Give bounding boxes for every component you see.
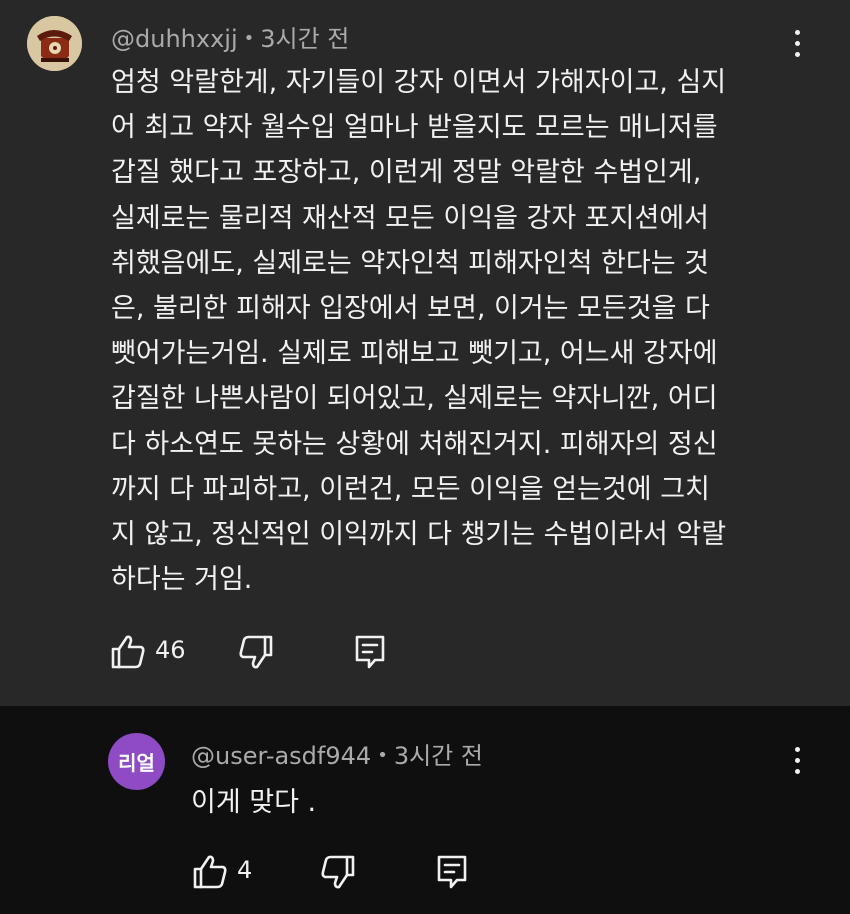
comment-line: 취했음에도, 실제로는 약자인척 피해자인척 한다는 것 xyxy=(111,247,709,279)
dislike-button[interactable] xyxy=(236,632,276,672)
main-comment: @duhhxxjj • 3시간 전 엄청 악랄한게, 자기들이 강자 이면서 가해자… xyxy=(0,0,850,706)
comment-line: 실제로는 물리적 재산적 모든 이익을 강자 포지션에서 xyxy=(111,202,709,234)
reply-button[interactable] xyxy=(350,632,390,672)
reply-icon xyxy=(437,855,467,889)
comment-line: 엄청 악랄한게, 자기들이 강자 이면서 가해자이고, 심지 xyxy=(111,67,727,98)
comment-line: 다 하소연도 못하는 상황에 처해진거지. 피해자의 정신 xyxy=(111,428,718,460)
like-button[interactable] xyxy=(190,852,230,892)
reply-body: 이게 맞다 . xyxy=(191,787,317,818)
comment-username[interactable]: @duhhxxjj xyxy=(111,25,238,53)
comment-meta: @duhhxxjj • 3시간 전 xyxy=(111,19,349,54)
more-vert-icon[interactable] xyxy=(782,740,812,780)
comment-line: 하다는 거임. xyxy=(111,564,253,596)
comment-line: 은, 불리한 피해자 입장에서 보면, 이거는 모든것을 다 xyxy=(111,293,710,325)
dislike-button[interactable] xyxy=(318,852,358,892)
avatar-text: 리얼 xyxy=(118,751,155,775)
like-count: 46 xyxy=(155,636,186,664)
comment-body: 엄청 악랄한게, 자기들이 강자 이면서 가해자이고, 심지 어 최고 약자 월… xyxy=(111,60,801,602)
meta-separator: • xyxy=(243,28,255,49)
like-count: 4 xyxy=(237,856,253,884)
like-button[interactable] xyxy=(108,632,148,672)
comment-line: 갑질한 나쁜사람이 되어있고, 실제로는 약자니깐, 어디 xyxy=(111,383,718,415)
thumb-down-icon xyxy=(321,855,355,889)
reply-meta: @user-asdf944 • 3시간 전 xyxy=(191,736,483,771)
thumb-down-icon xyxy=(239,635,273,669)
meta-separator: • xyxy=(377,745,388,766)
comment-timestamp[interactable]: 3시간 전 xyxy=(260,25,349,53)
reply-icon xyxy=(355,635,385,669)
reply-button[interactable] xyxy=(432,852,472,892)
thumb-up-icon xyxy=(111,635,145,669)
comment-line: 갑질 했다고 포장하고, 이런게 정말 악랄한 수법인게, xyxy=(111,157,702,189)
comment-line: 뺏어가는거임. 실제로 피해보고 뺏기고, 어느새 강자에 xyxy=(111,338,718,370)
comment-line: 어 최고 약자 월수입 얼마나 받을지도 모르는 매니저를 xyxy=(111,112,718,144)
reply-avatar[interactable]: 리얼 xyxy=(108,733,165,790)
thumb-up-icon xyxy=(193,855,227,889)
comment-line: 지 않고, 정신적인 이익까지 다 챙기는 수법이라서 악랄 xyxy=(111,519,727,551)
reply-timestamp[interactable]: 3시간 전 xyxy=(394,742,483,770)
avatar[interactable] xyxy=(27,16,82,71)
reply-username[interactable]: @user-asdf944 xyxy=(191,742,371,770)
telephone-avatar-icon xyxy=(27,16,82,71)
comment-line: 까지 다 파괴하고, 이런건, 모든 이익을 얻는것에 그치 xyxy=(111,473,710,505)
more-vert-icon[interactable] xyxy=(782,23,812,63)
